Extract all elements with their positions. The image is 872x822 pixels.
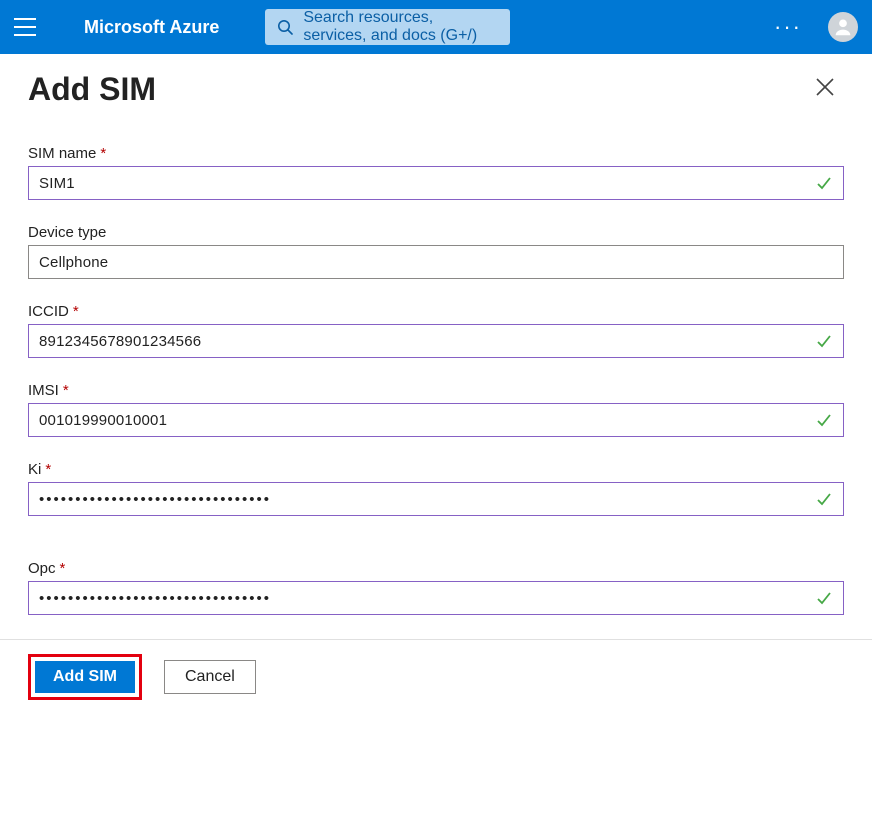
close-button[interactable] xyxy=(808,70,842,109)
menu-icon[interactable] xyxy=(14,18,36,36)
label-device-type: Device type xyxy=(28,224,106,241)
input-wrap-opc xyxy=(28,581,844,615)
input-wrap-device-type xyxy=(28,245,844,279)
person-icon xyxy=(832,16,854,38)
label-sim-name: SIM name xyxy=(28,145,96,162)
label-imsi: IMSI xyxy=(28,382,59,399)
imsi-input[interactable] xyxy=(39,404,833,436)
form-area: SIM name* Device type ICCID* IMSI* Ki* xyxy=(0,117,872,615)
brand-logo[interactable]: Microsoft Azure xyxy=(54,17,239,38)
input-wrap-sim-name xyxy=(28,166,844,200)
input-wrap-ki xyxy=(28,482,844,516)
field-ki: Ki* xyxy=(28,461,844,516)
blade-header: Add SIM xyxy=(0,54,872,117)
cancel-button[interactable]: Cancel xyxy=(164,660,256,694)
field-imsi: IMSI* xyxy=(28,382,844,437)
user-avatar[interactable] xyxy=(828,12,858,42)
device-type-input[interactable] xyxy=(39,246,833,278)
check-icon xyxy=(815,411,833,429)
field-sim-name: SIM name* xyxy=(28,145,844,200)
required-marker: * xyxy=(60,560,66,577)
required-marker: * xyxy=(45,461,51,478)
label-iccid: ICCID xyxy=(28,303,69,320)
add-sim-button[interactable]: Add SIM xyxy=(35,661,135,693)
search-icon xyxy=(277,19,293,35)
input-wrap-iccid xyxy=(28,324,844,358)
check-icon xyxy=(815,332,833,350)
field-device-type: Device type xyxy=(28,224,844,279)
global-search[interactable]: Search resources, services, and docs (G+… xyxy=(265,9,509,45)
page-title: Add SIM xyxy=(28,71,156,108)
check-icon xyxy=(815,490,833,508)
close-icon xyxy=(814,76,836,98)
highlight-box: Add SIM xyxy=(28,654,142,700)
required-marker: * xyxy=(100,145,106,162)
field-opc: Opc* xyxy=(28,560,844,615)
check-icon xyxy=(815,174,833,192)
more-icon[interactable]: ··· xyxy=(766,14,810,40)
ki-input[interactable] xyxy=(39,483,833,515)
input-wrap-imsi xyxy=(28,403,844,437)
label-ki: Ki xyxy=(28,461,41,478)
footer-actions: Add SIM Cancel xyxy=(0,640,872,718)
iccid-input[interactable] xyxy=(39,325,833,357)
required-marker: * xyxy=(73,303,79,320)
label-opc: Opc xyxy=(28,560,56,577)
field-iccid: ICCID* xyxy=(28,303,844,358)
sim-name-input[interactable] xyxy=(39,167,833,199)
search-placeholder: Search resources, services, and docs (G+… xyxy=(303,9,497,45)
top-nav-bar: Microsoft Azure Search resources, servic… xyxy=(0,0,872,54)
check-icon xyxy=(815,589,833,607)
opc-input[interactable] xyxy=(39,582,833,614)
required-marker: * xyxy=(63,382,69,399)
